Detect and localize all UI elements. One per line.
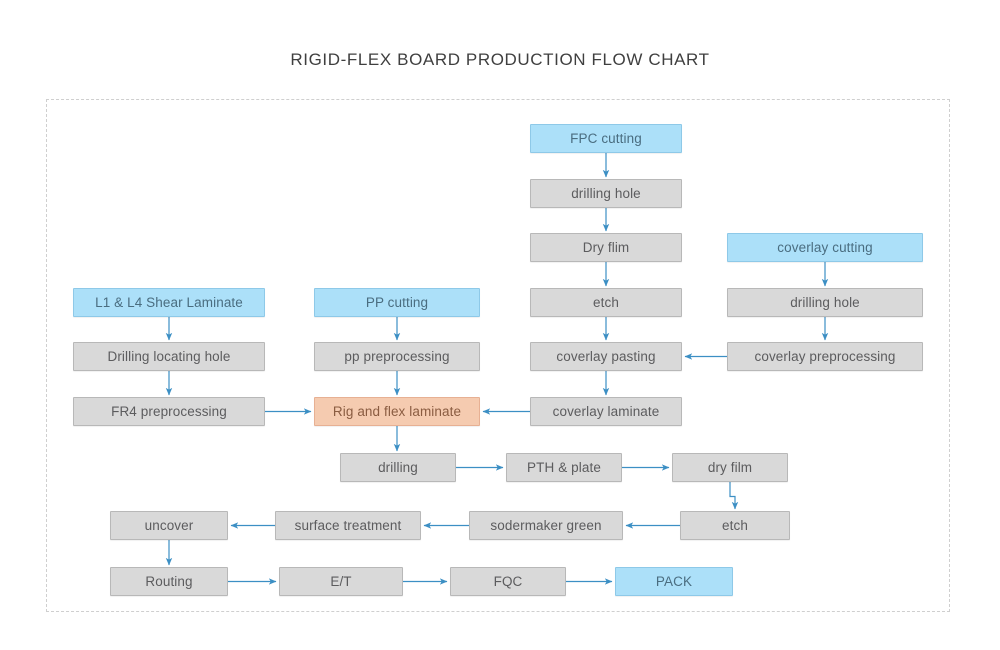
flow-node-fpc_drilling_hole[interactable]: drilling hole xyxy=(530,179,682,208)
flow-node-pp_cutting[interactable]: PP cutting xyxy=(314,288,480,317)
flow-node-coverlay_cutting[interactable]: coverlay cutting xyxy=(727,233,923,262)
flow-node-pp_preprocessing[interactable]: pp preprocessing xyxy=(314,342,480,371)
flow-node-label: coverlay cutting xyxy=(777,240,872,255)
flow-node-pack[interactable]: PACK xyxy=(615,567,733,596)
flow-node-label: pp preprocessing xyxy=(344,349,449,364)
flow-node-drilling_locating_hole[interactable]: Drilling locating hole xyxy=(73,342,265,371)
flow-node-label: Dry flim xyxy=(583,240,630,255)
flow-node-coverlay_pasting[interactable]: coverlay pasting xyxy=(530,342,682,371)
flow-node-label: PP cutting xyxy=(366,295,428,310)
flow-node-label: etch xyxy=(593,295,619,310)
page-title: RIGID-FLEX BOARD PRODUCTION FLOW CHART xyxy=(0,50,1000,70)
flow-node-label: coverlay laminate xyxy=(553,404,660,419)
flow-node-drilling[interactable]: drilling xyxy=(340,453,456,482)
flow-node-sodermaker_green[interactable]: sodermaker green xyxy=(469,511,623,540)
flow-node-coverlay_laminate[interactable]: coverlay laminate xyxy=(530,397,682,426)
flow-node-fr4_preprocessing[interactable]: FR4 preprocessing xyxy=(73,397,265,426)
flow-node-label: drilling xyxy=(378,460,418,475)
flow-node-routing[interactable]: Routing xyxy=(110,567,228,596)
flow-node-label: Rig and flex laminate xyxy=(333,404,461,419)
flowchart-canvas: RIGID-FLEX BOARD PRODUCTION FLOW CHART F… xyxy=(0,0,1000,650)
flow-node-label: etch xyxy=(722,518,748,533)
flow-node-label: surface treatment xyxy=(295,518,402,533)
flow-node-label: drilling hole xyxy=(571,186,641,201)
flow-node-label: Routing xyxy=(145,574,192,589)
flow-node-etch_top[interactable]: etch xyxy=(530,288,682,317)
flow-node-fqc[interactable]: FQC xyxy=(450,567,566,596)
flow-node-label: sodermaker green xyxy=(490,518,601,533)
flow-node-label: dry film xyxy=(708,460,752,475)
flow-node-label: FR4 preprocessing xyxy=(111,404,227,419)
flow-node-label: drilling hole xyxy=(790,295,860,310)
flow-node-label: E/T xyxy=(330,574,351,589)
flow-node-uncover[interactable]: uncover xyxy=(110,511,228,540)
flow-node-rig_and_flex_laminate[interactable]: Rig and flex laminate xyxy=(314,397,480,426)
flow-node-label: L1 & L4 Shear Laminate xyxy=(95,295,243,310)
flow-node-dry_film[interactable]: dry film xyxy=(672,453,788,482)
flow-node-label: FPC cutting xyxy=(570,131,642,146)
flow-node-label: FQC xyxy=(494,574,523,589)
flow-node-dry_flim[interactable]: Dry flim xyxy=(530,233,682,262)
flow-node-etch_bottom[interactable]: etch xyxy=(680,511,790,540)
flow-node-et[interactable]: E/T xyxy=(279,567,403,596)
flow-node-label: PTH & plate xyxy=(527,460,601,475)
flow-node-label: uncover xyxy=(145,518,194,533)
flow-node-label: coverlay pasting xyxy=(556,349,655,364)
flow-node-pth_plate[interactable]: PTH & plate xyxy=(506,453,622,482)
flow-node-surface_treatment[interactable]: surface treatment xyxy=(275,511,421,540)
flow-node-label: Drilling locating hole xyxy=(107,349,230,364)
flow-node-fpc_cutting[interactable]: FPC cutting xyxy=(530,124,682,153)
flow-node-coverlay_preprocessing[interactable]: coverlay preprocessing xyxy=(727,342,923,371)
flow-node-coverlay_drilling_hole[interactable]: drilling hole xyxy=(727,288,923,317)
flow-node-label: coverlay preprocessing xyxy=(754,349,895,364)
flow-node-l1_l4_shear_laminate[interactable]: L1 & L4 Shear Laminate xyxy=(73,288,265,317)
flow-node-label: PACK xyxy=(656,574,692,589)
